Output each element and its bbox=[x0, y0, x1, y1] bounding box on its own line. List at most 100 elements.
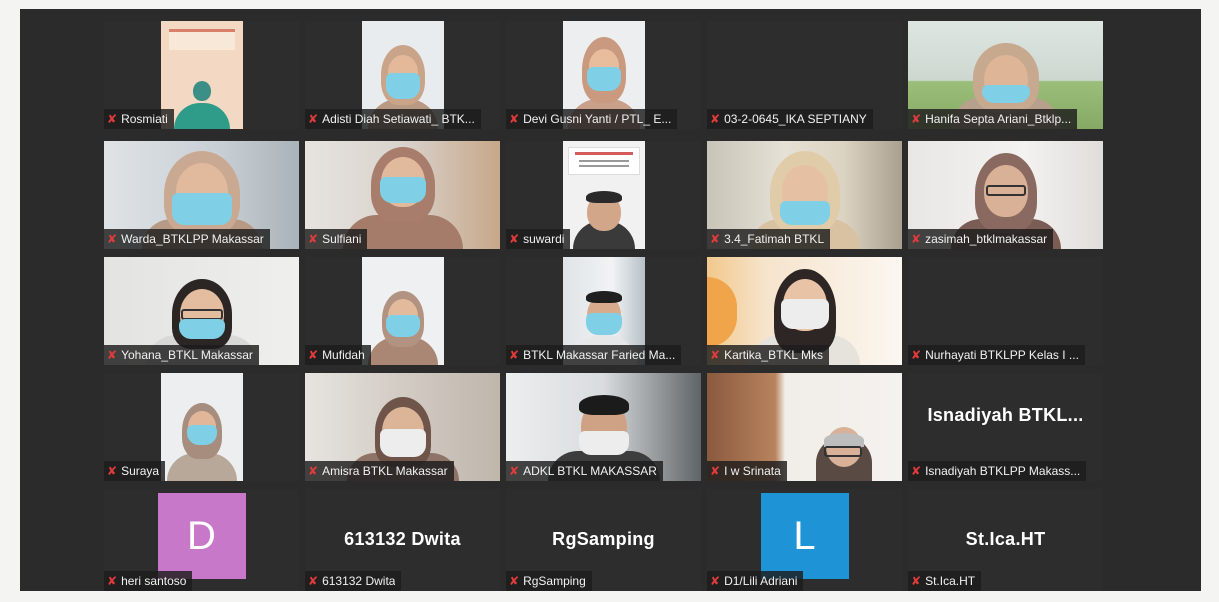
participant-avatar: D bbox=[157, 493, 246, 579]
participant-tile[interactable]: ✘ Sulfiani bbox=[305, 141, 500, 249]
participant-name-bar: ✘ Adisti Diah Setiawati_ BTK... bbox=[305, 109, 481, 129]
participant-tile[interactable]: ✘ Suraya bbox=[104, 373, 299, 481]
participant-name: Sulfiani bbox=[322, 232, 362, 246]
participant-tile[interactable]: ✘ ADKL BTKL MAKASSAR bbox=[506, 373, 701, 481]
muted-mic-icon: ✘ bbox=[308, 464, 319, 478]
participant-name: I w Srinata bbox=[724, 464, 781, 478]
participant-name: Amisra BTKL Makassar bbox=[322, 464, 448, 478]
participant-name: Devi Gusni Yanti / PTL_ E... bbox=[523, 112, 672, 126]
participant-name-bar: ✘ heri santoso bbox=[104, 571, 193, 591]
participant-name: D1/Lili Adriani bbox=[724, 574, 798, 588]
participant-name: Mufidah bbox=[322, 348, 365, 362]
muted-mic-icon: ✘ bbox=[509, 464, 520, 478]
muted-mic-icon: ✘ bbox=[509, 232, 520, 246]
muted-mic-icon: ✘ bbox=[911, 348, 922, 362]
participant-avatar: L bbox=[760, 493, 849, 579]
participant-display-name: St.Ica.HT bbox=[965, 529, 1046, 549]
participant-name: 03-2-0645_IKA SEPTIANY bbox=[724, 112, 867, 126]
participant-name-bar: ✘ Isnadiyah BTKLPP Makass... bbox=[908, 461, 1087, 481]
participant-tile[interactable]: Isnadiyah BTKL... ✘ Isnadiyah BTKLPP Mak… bbox=[908, 373, 1103, 481]
participant-name-bar: ✘ Sulfiani bbox=[305, 229, 368, 249]
participant-name: Hanifa Septa Ariani_Btklp... bbox=[925, 112, 1072, 126]
participant-name: Adisti Diah Setiawati_ BTK... bbox=[322, 112, 475, 126]
muted-mic-icon: ✘ bbox=[107, 232, 118, 246]
participant-tile[interactable]: ✘ Mufidah bbox=[305, 257, 500, 365]
participant-name: ADKL BTKL MAKASSAR bbox=[523, 464, 657, 478]
participant-name-bar: ✘ BTKL Makassar Faried Ma... bbox=[506, 345, 682, 365]
participant-name-bar: ✘ Devi Gusni Yanti / PTL_ E... bbox=[506, 109, 678, 129]
participant-tile[interactable]: ✘ 3.4_Fatimah BTKL bbox=[707, 141, 902, 249]
participant-display-name: RgSamping bbox=[552, 529, 655, 549]
muted-mic-icon: ✘ bbox=[710, 112, 721, 126]
participant-tile[interactable]: ✘ BTKL Makassar Faried Ma... bbox=[506, 257, 701, 365]
participant-tile[interactable]: L ✘ D1/Lili Adriani bbox=[707, 489, 902, 591]
participant-name: Isnadiyah BTKLPP Makass... bbox=[925, 464, 1081, 478]
muted-mic-icon: ✘ bbox=[911, 464, 922, 478]
muted-mic-icon: ✘ bbox=[911, 112, 922, 126]
participant-name: suwardi bbox=[523, 232, 565, 246]
participant-name-bar: ✘ St.Ica.HT bbox=[908, 571, 982, 591]
muted-mic-icon: ✘ bbox=[710, 232, 721, 246]
participant-name: Nurhayati BTKLPP Kelas I ... bbox=[925, 348, 1079, 362]
participant-tile[interactable]: ✘ Kartika_BTKL Mks bbox=[707, 257, 902, 365]
participant-name: 613132 Dwita bbox=[322, 574, 396, 588]
video-feed bbox=[160, 373, 243, 481]
muted-mic-icon: ✘ bbox=[308, 112, 319, 126]
participant-tile[interactable]: ✘ Hanifa Septa Ariani_Btklp... bbox=[908, 21, 1103, 129]
muted-mic-icon: ✘ bbox=[107, 574, 118, 588]
participant-tile[interactable]: ✘ 03-2-0645_IKA SEPTIANY bbox=[707, 21, 902, 129]
participant-tile[interactable]: ✘ Yohana_BTKL Makassar bbox=[104, 257, 299, 365]
participant-name-bar: ✘ suwardi bbox=[506, 229, 571, 249]
participant-name: Warda_BTKLPP Makassar bbox=[121, 232, 264, 246]
participant-tile[interactable]: ✘ Amisra BTKL Makassar bbox=[305, 373, 500, 481]
participant-name: BTKL Makassar Faried Ma... bbox=[523, 348, 676, 362]
participant-name-bar: ✘ RgSamping bbox=[506, 571, 592, 591]
participant-name: Kartika_BTKL Mks bbox=[724, 348, 823, 362]
participant-name: Yohana_BTKL Makassar bbox=[121, 348, 253, 362]
participant-tile[interactable]: ✘ I w Srinata bbox=[707, 373, 902, 481]
participant-name-bar: ✘ 03-2-0645_IKA SEPTIANY bbox=[707, 109, 873, 129]
participant-name-bar: ✘ Nurhayati BTKLPP Kelas I ... bbox=[908, 345, 1085, 365]
muted-mic-icon: ✘ bbox=[107, 464, 118, 478]
muted-mic-icon: ✘ bbox=[107, 112, 118, 126]
participant-name-bar: ✘ Hanifa Septa Ariani_Btklp... bbox=[908, 109, 1078, 129]
participant-name-bar: ✘ 3.4_Fatimah BTKL bbox=[707, 229, 831, 249]
participant-name: heri santoso bbox=[121, 574, 187, 588]
participant-tile[interactable]: ✘ suwardi bbox=[506, 141, 701, 249]
participant-tile[interactable]: ✘ Nurhayati BTKLPP Kelas I ... bbox=[908, 257, 1103, 365]
video-feed bbox=[562, 141, 645, 249]
participant-name: St.Ica.HT bbox=[925, 574, 976, 588]
participant-tile[interactable]: ✘ Adisti Diah Setiawati_ BTK... bbox=[305, 21, 500, 129]
muted-mic-icon: ✘ bbox=[710, 464, 721, 478]
muted-mic-icon: ✘ bbox=[911, 574, 922, 588]
participant-name-bar: ✘ Yohana_BTKL Makassar bbox=[104, 345, 259, 365]
muted-mic-icon: ✘ bbox=[509, 112, 520, 126]
gallery-view: ✘ Rosmiati ✘ Adisti Diah Setiawati_ BTK.… bbox=[20, 9, 1201, 591]
participant-name: zasimah_btklmakassar bbox=[925, 232, 1048, 246]
banner-image bbox=[567, 147, 640, 175]
participant-tile[interactable]: D ✘ heri santoso bbox=[104, 489, 299, 591]
participant-name-bar: ✘ Amisra BTKL Makassar bbox=[305, 461, 454, 481]
participant-display-name: Isnadiyah BTKL... bbox=[927, 405, 1084, 425]
participant-tile[interactable]: ✘ Devi Gusni Yanti / PTL_ E... bbox=[506, 21, 701, 129]
participant-tile[interactable]: ✘ Rosmiati bbox=[104, 21, 299, 129]
participant-name-bar: ✘ D1/Lili Adriani bbox=[707, 571, 804, 591]
participant-name-bar: ✘ Kartika_BTKL Mks bbox=[707, 345, 829, 365]
participant-name-bar: ✘ ADKL BTKL MAKASSAR bbox=[506, 461, 663, 481]
participant-display-name: 613132 Dwita bbox=[344, 529, 461, 549]
participant-tile[interactable]: ✘ zasimah_btklmakassar bbox=[908, 141, 1103, 249]
participant-name-bar: ✘ Rosmiati bbox=[104, 109, 174, 129]
muted-mic-icon: ✘ bbox=[308, 574, 319, 588]
participant-tile[interactable]: ✘ Warda_BTKLPP Makassar bbox=[104, 141, 299, 249]
muted-mic-icon: ✘ bbox=[710, 574, 721, 588]
participant-name-bar: ✘ Mufidah bbox=[305, 345, 371, 365]
participant-tile[interactable]: St.Ica.HT ✘ St.Ica.HT bbox=[908, 489, 1103, 591]
participant-name-bar: ✘ zasimah_btklmakassar bbox=[908, 229, 1054, 249]
participant-name: RgSamping bbox=[523, 574, 586, 588]
participant-name: 3.4_Fatimah BTKL bbox=[724, 232, 825, 246]
muted-mic-icon: ✘ bbox=[509, 348, 520, 362]
participant-tile[interactable]: RgSamping ✘ RgSamping bbox=[506, 489, 701, 591]
muted-mic-icon: ✘ bbox=[509, 574, 520, 588]
participant-tile[interactable]: 613132 Dwita ✘ 613132 Dwita bbox=[305, 489, 500, 591]
muted-mic-icon: ✘ bbox=[308, 232, 319, 246]
